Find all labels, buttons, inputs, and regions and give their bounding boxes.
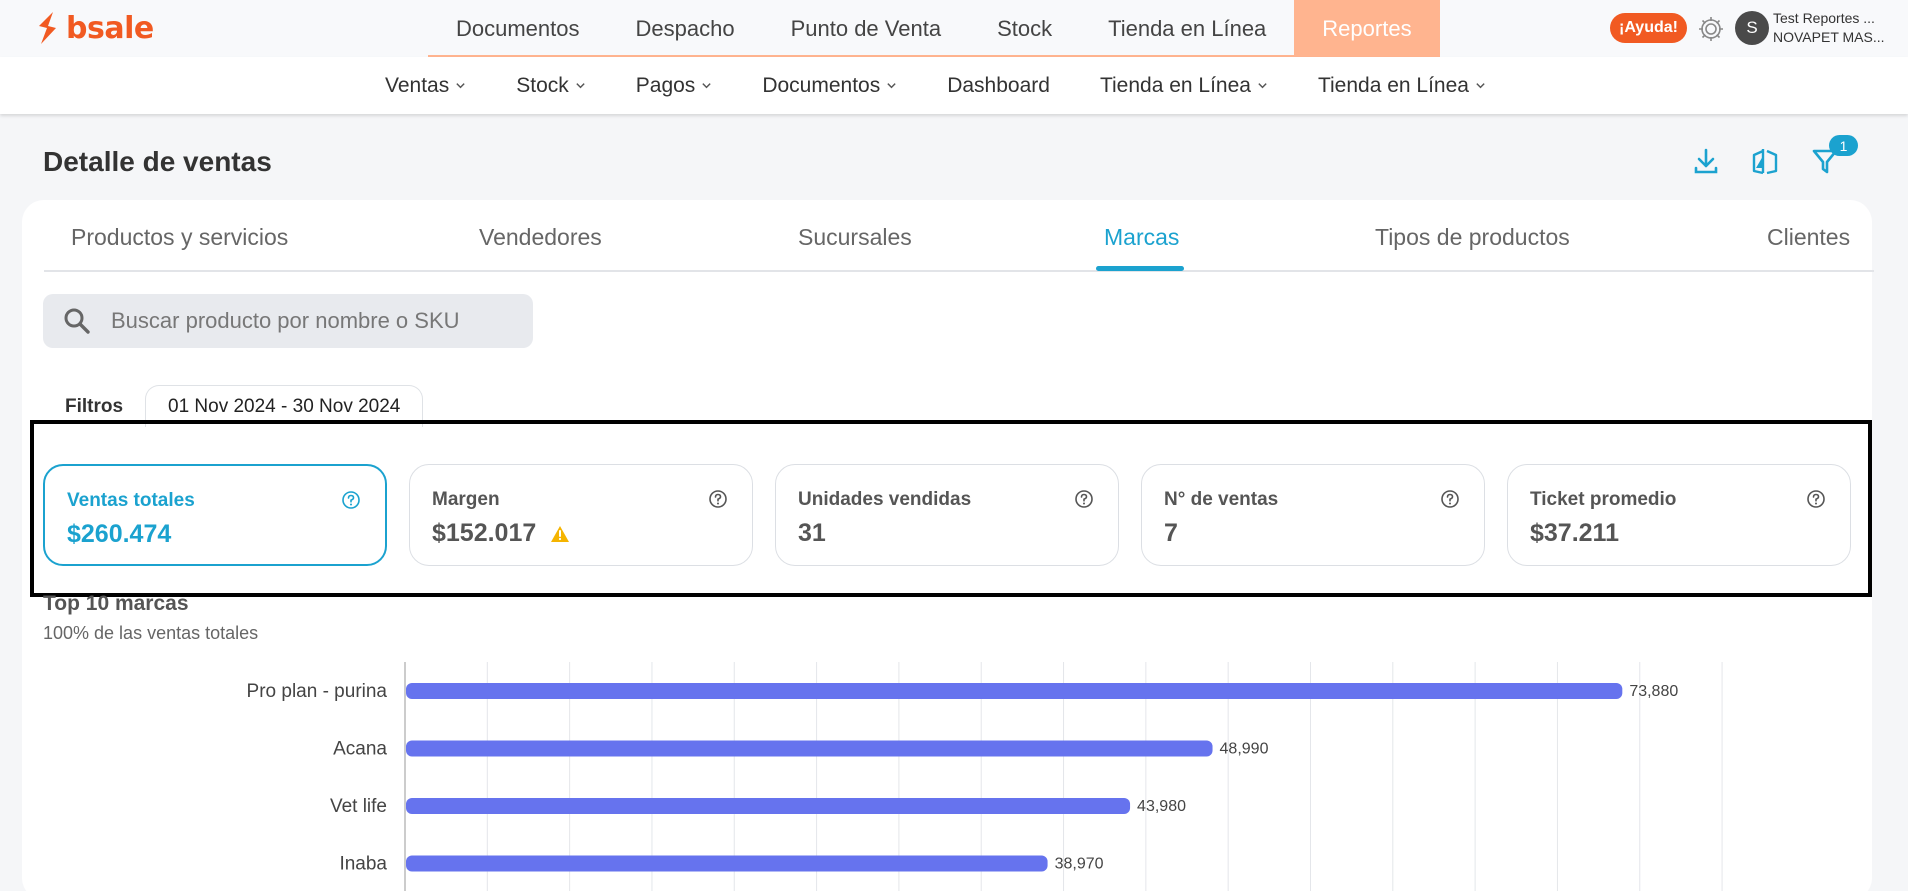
kpi-label: Margen <box>432 489 500 510</box>
help-circle-icon[interactable] <box>1806 489 1826 509</box>
bar-acana[interactable] <box>406 740 1213 757</box>
main-nav-punto-de-venta[interactable]: Punto de Venta <box>763 0 969 57</box>
kpi-value-row: 31 <box>798 519 826 548</box>
sub-nav-documentos[interactable]: Documentos <box>737 74 922 98</box>
kpi-value: 7 <box>1164 519 1178 547</box>
tab-clientes[interactable]: Clientes <box>1767 224 1850 251</box>
main-nav-tienda-en-linea[interactable]: Tienda en Línea <box>1080 0 1294 57</box>
bar-value-label: 48,990 <box>1220 741 1269 758</box>
warning-icon <box>551 525 570 542</box>
bsale-logo[interactable]: bsale <box>34 10 154 46</box>
kpi-value-row: $152.017 <box>432 519 570 548</box>
sub-nav-pagos[interactable]: Pagos <box>611 74 738 98</box>
category-label: Acana <box>333 739 387 760</box>
bar-value-label: 73,880 <box>1629 683 1678 700</box>
chevron-down-icon <box>702 83 711 89</box>
kpi-label: Ventas totales <box>67 490 195 511</box>
user-menu[interactable]: Test Reportes ... NOVAPET MAS... <box>1773 9 1885 47</box>
sub-nav-ventas[interactable]: Ventas <box>360 74 491 98</box>
kpi-value-row: 7 <box>1164 519 1178 548</box>
help-circle-icon[interactable] <box>1440 489 1460 509</box>
download-icon[interactable] <box>1692 146 1720 176</box>
sub-nav-label: Ventas <box>385 73 450 97</box>
kpi-value: $37.211 <box>1530 519 1619 547</box>
kpi-card-ticket-promedio[interactable]: Ticket promedio $37.211 <box>1507 464 1851 566</box>
tab-sucursales[interactable]: Sucursales <box>798 224 912 251</box>
sub-nav-label: Documentos <box>762 73 881 97</box>
tabs: Productos y servicios Vendedores Sucursale… <box>44 200 1874 272</box>
tab-vendedores[interactable]: Vendedores <box>479 224 602 251</box>
page-title: Detalle de ventas <box>43 146 272 177</box>
sub-nav-label: Tienda en Línea <box>1099 73 1251 97</box>
chevron-down-icon <box>1476 83 1485 89</box>
kpi-value-row: $37.211 <box>1530 519 1619 548</box>
sub-nav-stock[interactable]: Stock <box>491 74 611 98</box>
kpi-value-row: $260.474 <box>67 520 171 549</box>
bar-vet-life[interactable] <box>406 798 1131 814</box>
main-nav-reportes[interactable]: Reportes <box>1294 0 1440 57</box>
company-name: NOVAPET MAS... <box>1773 29 1885 45</box>
bar-inaba[interactable] <box>406 855 1048 872</box>
sub-nav-tienda-en-linea[interactable]: Tienda en Línea <box>1293 74 1511 98</box>
active-tab-indicator <box>1096 266 1184 271</box>
search-icon <box>64 308 90 334</box>
chevron-down-icon <box>576 83 585 89</box>
chart-subtitle: 100% de las ventas totales <box>43 623 259 643</box>
category-label: Pro plan - purina <box>247 681 388 702</box>
tab-tipos-de-productos[interactable]: Tipos de productos <box>1375 224 1570 251</box>
category-label: Vet life <box>330 796 387 817</box>
main-nav-despacho[interactable]: Despacho <box>608 0 763 57</box>
tab-marcas[interactable]: Marcas <box>1104 224 1179 251</box>
sub-nav-label: Dashboard <box>947 73 1050 97</box>
search-input[interactable] <box>111 308 491 334</box>
help-button[interactable]: ¡Ayuda! <box>1610 13 1687 43</box>
bsale-logo-icon <box>39 12 56 44</box>
chart-title: Top 10 marcas <box>43 592 189 615</box>
tab-productos-y-servicios[interactable]: Productos y servicios <box>71 224 288 251</box>
sub-nav-tienda-en-linea[interactable]: Tienda en Línea <box>1075 74 1293 98</box>
main-nav-documentos[interactable]: Documentos <box>428 0 608 57</box>
kpi-card-ventas-totales[interactable]: Ventas totales $260.474 <box>43 464 387 566</box>
compare-icon[interactable] <box>1751 146 1779 176</box>
help-circle-icon[interactable] <box>341 490 361 510</box>
kpi-value: $152.017 <box>432 519 537 547</box>
bar-pro-plan-purina[interactable] <box>406 683 1623 699</box>
report-card: Productos y servicios Vendedores Sucursale… <box>22 200 1874 891</box>
bar-value-label: 43,980 <box>1137 798 1186 815</box>
kpi-label: N° de ventas <box>1164 489 1279 510</box>
user-name: Test Reportes ... <box>1773 10 1875 26</box>
kpi-card-n-de-ventas[interactable]: N° de ventas 7 <box>1141 464 1485 566</box>
kpi-card-unidades-vendidas[interactable]: Unidades vendidas 31 <box>775 464 1119 566</box>
filters-label: Filtros <box>65 396 124 417</box>
kpi-value: $260.474 <box>67 520 172 548</box>
gear-icon[interactable] <box>1696 14 1726 44</box>
sub-nav-label: Stock <box>516 73 569 97</box>
kpi-label: Ticket promedio <box>1530 489 1677 510</box>
top-bar: bsale Documentos Despacho Punto de Venta St… <box>0 0 1908 57</box>
search-box <box>43 294 533 348</box>
bar-value-label: 38,970 <box>1055 856 1104 873</box>
sub-nav-label: Pagos <box>635 73 696 97</box>
kpi-value: 31 <box>798 519 826 547</box>
sub-nav-dashboard[interactable]: Dashboard <box>922 74 1075 98</box>
category-label: Inaba <box>339 854 387 875</box>
avatar[interactable]: S <box>1735 11 1769 45</box>
chevron-down-icon <box>887 83 896 89</box>
brand-name: bsale <box>66 10 154 46</box>
chevron-down-icon <box>456 83 465 89</box>
help-circle-icon[interactable] <box>1074 489 1094 509</box>
chevron-down-icon <box>1258 83 1267 89</box>
main-nav: Documentos Despacho Punto de Venta Stock Tie… <box>428 0 1440 57</box>
kpi-label: Unidades vendidas <box>798 489 972 510</box>
sub-nav: Ventas Stock Pagos Documentos Dashboard Tiend… <box>0 57 1908 114</box>
kpi-card-margen[interactable]: Margen $152.017 <box>409 464 753 566</box>
help-circle-icon[interactable] <box>708 489 728 509</box>
filter-count-badge: 1 <box>1829 135 1858 156</box>
sub-nav-label: Tienda en Línea <box>1317 73 1469 97</box>
top-brands-bar-chart: Pro plan - purina 73,880 Acana 48,990 Vet li… <box>247 662 1723 891</box>
main-nav-stock[interactable]: Stock <box>969 0 1080 57</box>
